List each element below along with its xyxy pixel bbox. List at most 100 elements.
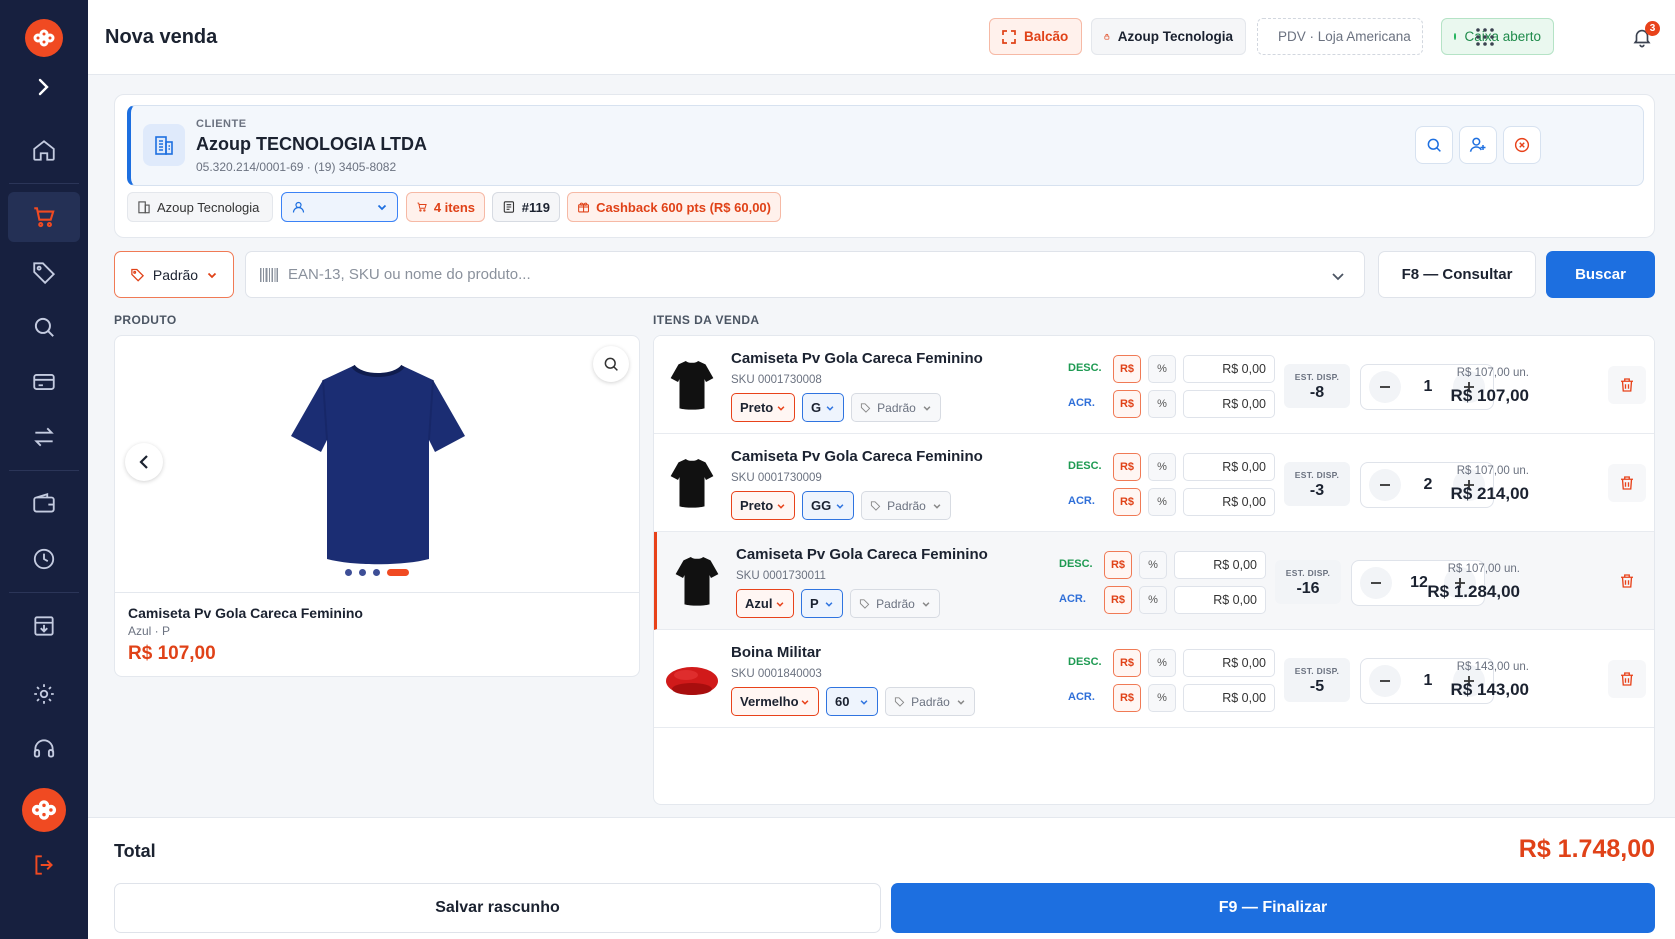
- chevron-down-icon[interactable]: [1330, 268, 1346, 284]
- surcharge-input[interactable]: R$ 0,00: [1183, 684, 1275, 712]
- sidebar-item-history[interactable]: [8, 534, 80, 584]
- cashback-tag[interactable]: Cashback 600 pts (R$ 60,00): [567, 192, 781, 222]
- balcao-chip[interactable]: Balcão: [989, 18, 1082, 55]
- items-count-label: 4 itens: [433, 199, 475, 215]
- delete-item-button[interactable]: [1608, 464, 1646, 502]
- search-client-button[interactable]: [1415, 126, 1453, 164]
- table-row[interactable]: Camiseta Pv Gola Careca Feminino SKU 0001…: [654, 532, 1654, 630]
- carousel-dot[interactable]: [345, 569, 352, 576]
- line-total: R$ 214,00: [1450, 484, 1529, 503]
- price-table-select[interactable]: Padrão: [851, 393, 941, 422]
- discount-input[interactable]: R$ 0,00: [1183, 355, 1275, 383]
- finish-button[interactable]: F9 — Finalizar: [891, 883, 1655, 933]
- price-table-select[interactable]: Padrão: [885, 687, 975, 716]
- surcharge-input[interactable]: R$ 0,00: [1183, 390, 1275, 418]
- size-select[interactable]: P: [801, 589, 843, 618]
- sidebar-expand-icon[interactable]: [22, 69, 66, 105]
- table-row[interactable]: Camiseta Pv Gola Careca Feminino SKU 0001…: [654, 336, 1654, 434]
- surcharge-currency-button[interactable]: R$: [1113, 684, 1141, 712]
- headset-icon: [33, 739, 55, 758]
- price-table-select[interactable]: Padrão: [114, 251, 234, 298]
- add-client-button[interactable]: [1459, 126, 1497, 164]
- discount-percent-button[interactable]: %: [1148, 649, 1176, 677]
- items-section-label: ITENS DA VENDA: [653, 313, 760, 327]
- surcharge-input[interactable]: R$ 0,00: [1183, 488, 1275, 516]
- surcharge-percent-button[interactable]: %: [1139, 586, 1167, 614]
- color-select[interactable]: Preto: [731, 393, 795, 422]
- company-chip[interactable]: Azoup Tecnologia: [1091, 18, 1246, 55]
- product-name: Camiseta Pv Gola Careca Feminino: [128, 605, 363, 621]
- image-carousel-dots[interactable]: [345, 569, 409, 576]
- carousel-dot-active[interactable]: [387, 569, 409, 576]
- size-select[interactable]: 60: [826, 687, 878, 716]
- sidebar-item-payments[interactable]: [8, 357, 80, 407]
- consult-button[interactable]: F8 — Consultar: [1378, 251, 1536, 298]
- company-tag[interactable]: Azoup Tecnologia: [127, 192, 273, 222]
- discount-percent-button[interactable]: %: [1148, 355, 1176, 383]
- color-select[interactable]: Vermelho: [731, 687, 819, 716]
- apps-grid-icon[interactable]: [1472, 24, 1498, 50]
- table-row[interactable]: Boina Militar SKU 0001840003 Vermelho 60 Pad…: [654, 630, 1654, 728]
- discount-currency-button[interactable]: R$: [1113, 355, 1141, 383]
- sidebar-item-transfers[interactable]: [8, 412, 80, 462]
- delete-item-button[interactable]: [1608, 562, 1646, 600]
- sidebar-item-archive[interactable]: [8, 601, 80, 651]
- brand-logo[interactable]: [25, 19, 63, 57]
- surcharge-percent-button[interactable]: %: [1148, 488, 1176, 516]
- search-button[interactable]: Buscar: [1546, 251, 1655, 298]
- item-sku: SKU 0001730008: [731, 374, 822, 386]
- zoom-icon: [604, 357, 618, 371]
- chevron-down-icon: [923, 405, 931, 411]
- table-row[interactable]: Camiseta Pv Gola Careca Feminino SKU 0001…: [654, 434, 1654, 532]
- sidebar: [0, 0, 88, 939]
- discount-percent-button[interactable]: %: [1139, 551, 1167, 579]
- sale-number-label: #119: [521, 199, 550, 215]
- stock-available: EST. DISP. -5: [1284, 658, 1350, 702]
- brand-logo-bottom[interactable]: [22, 788, 66, 832]
- surcharge-currency-button[interactable]: R$: [1113, 390, 1141, 418]
- product-search-input[interactable]: [288, 252, 1318, 297]
- discount-input[interactable]: R$ 0,00: [1174, 551, 1266, 579]
- surcharge-input[interactable]: R$ 0,00: [1174, 586, 1266, 614]
- pdv-chip[interactable]: PDV · Loja Americana: [1257, 18, 1423, 55]
- save-draft-button[interactable]: Salvar rascunho: [114, 883, 881, 933]
- size-select[interactable]: GG: [802, 491, 854, 520]
- carousel-dot[interactable]: [359, 569, 366, 576]
- stock-value: -3: [1309, 482, 1325, 499]
- sidebar-item-products[interactable]: [8, 247, 80, 297]
- discount-percent-button[interactable]: %: [1148, 453, 1176, 481]
- delete-item-button[interactable]: [1608, 660, 1646, 698]
- sidebar-item-search[interactable]: [8, 302, 80, 352]
- seller-select[interactable]: [281, 192, 398, 222]
- color-select[interactable]: Azul: [736, 589, 794, 618]
- sidebar-item-wallet[interactable]: [8, 479, 80, 529]
- sidebar-item-support[interactable]: [8, 724, 80, 774]
- trash-icon: [1621, 476, 1633, 490]
- sidebar-item-home[interactable]: [8, 125, 80, 175]
- discount-currency-button[interactable]: R$: [1104, 551, 1132, 579]
- notifications-button[interactable]: 3: [1629, 21, 1660, 50]
- discount-currency-button[interactable]: R$: [1113, 649, 1141, 677]
- remove-client-button[interactable]: [1503, 126, 1541, 164]
- surcharge-percent-button[interactable]: %: [1148, 684, 1176, 712]
- surcharge-percent-button[interactable]: %: [1148, 390, 1176, 418]
- zoom-button[interactable]: [593, 346, 629, 382]
- product-search-box[interactable]: [245, 251, 1365, 298]
- color-select[interactable]: Preto: [731, 491, 795, 520]
- delete-item-button[interactable]: [1608, 366, 1646, 404]
- sidebar-item-logout[interactable]: [8, 840, 80, 890]
- size-select[interactable]: G: [802, 393, 844, 422]
- discount-input[interactable]: R$ 0,00: [1183, 453, 1275, 481]
- price-table-select[interactable]: Padrão: [850, 589, 940, 618]
- surcharge-label: ACR.: [1068, 691, 1095, 703]
- surcharge-currency-button[interactable]: R$: [1104, 586, 1132, 614]
- price-table-select[interactable]: Padrão: [861, 491, 951, 520]
- item-sku: SKU 0001730011: [736, 570, 826, 582]
- carousel-dot[interactable]: [373, 569, 380, 576]
- surcharge-currency-button[interactable]: R$: [1113, 488, 1141, 516]
- discount-input[interactable]: R$ 0,00: [1183, 649, 1275, 677]
- previous-image-button[interactable]: [125, 443, 163, 481]
- sidebar-item-sales[interactable]: [8, 192, 80, 242]
- discount-currency-button[interactable]: R$: [1113, 453, 1141, 481]
- sidebar-item-settings[interactable]: [8, 669, 80, 719]
